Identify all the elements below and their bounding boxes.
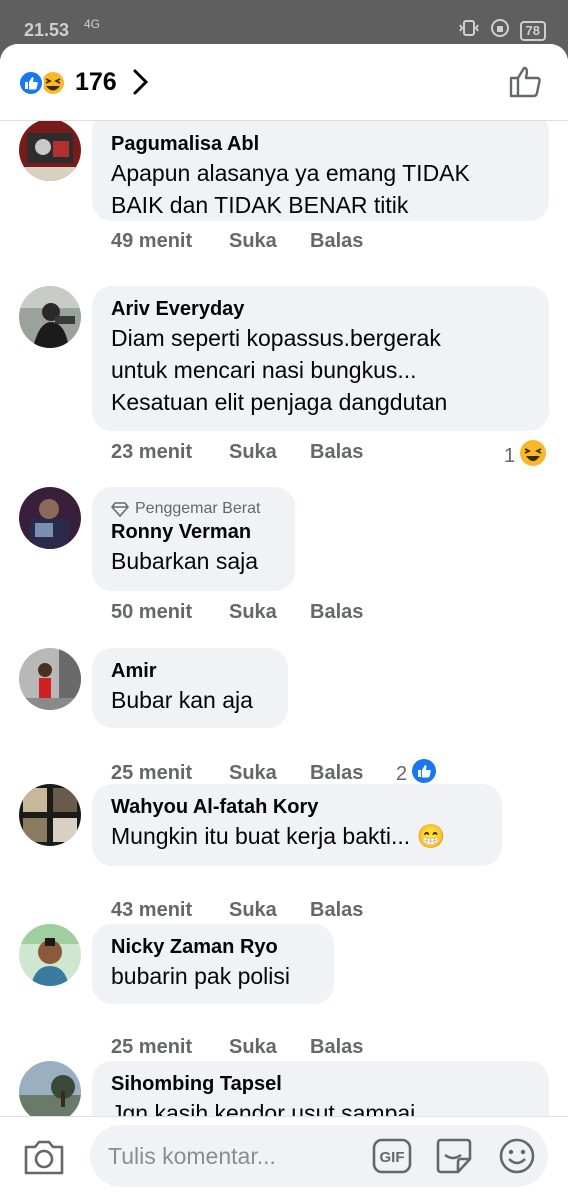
commenter-name[interactable]: Amir [111, 658, 269, 684]
comment-input[interactable]: Tulis komentar... GIF [90, 1125, 548, 1187]
gif-icon[interactable]: GIF [372, 1137, 412, 1180]
commenter-name[interactable]: Ronny Verman [111, 519, 276, 545]
like-button[interactable]: Suka [229, 762, 310, 785]
diamond-icon [111, 502, 129, 517]
reply-button[interactable]: Balas [310, 230, 363, 253]
reply-button[interactable]: Balas [310, 441, 363, 464]
comment-time: 25 menit [111, 762, 193, 784]
comment-time: 25 menit [111, 1036, 193, 1058]
comment-list: Pagumalisa Abl Apapun alasanya ya emang … [0, 121, 568, 1121]
comment-text: Bubarkan saja [111, 548, 259, 574]
comment-bubble[interactable]: Sihombing Tapsel Jgn kasih kendor usut s… [92, 1061, 549, 1121]
reply-button[interactable]: Balas [310, 601, 363, 624]
comment-bubble[interactable]: Ariv Everyday Diam seperti kopassus.berg… [92, 286, 549, 431]
comment-time: 43 menit [111, 899, 193, 921]
fan-badge: Penggemar Berat [111, 499, 276, 519]
like-button[interactable]: Suka [229, 441, 310, 464]
avatar[interactable] [19, 286, 81, 348]
comment-actions: 25 menit Suka Balas [111, 762, 363, 785]
comment-bubble[interactable]: Wahyou Al-fatah Kory Mungkin itu buat ke… [92, 784, 502, 866]
comment-time: 23 menit [111, 441, 193, 463]
reaction-summary-icons[interactable] [17, 68, 69, 98]
network-indicator: 4G [84, 17, 101, 31]
reply-button[interactable]: Balas [310, 1036, 363, 1059]
gif-label: GIF [380, 1149, 405, 1166]
comment-text: Apapun alasanya ya emang TIDAK BAIK dan … [111, 160, 470, 218]
sticker-icon[interactable] [434, 1137, 474, 1180]
fan-badge-label: Penggemar Berat [135, 500, 261, 517]
comments-sheet: 176 Pagumalisa Abl Apapun alasanya ya em… [0, 44, 568, 1200]
comment-text: Bubar kan aja [111, 687, 253, 713]
avatar[interactable] [19, 487, 81, 549]
comment-composer: Tulis komentar... GIF [0, 1116, 568, 1200]
like-button[interactable]: Suka [229, 899, 310, 922]
status-icons: 78 [458, 18, 546, 43]
commenter-name[interactable]: Sihombing Tapsel [111, 1071, 530, 1097]
emoji-icon[interactable] [498, 1137, 536, 1180]
battery-indicator: 78 [519, 20, 546, 41]
avatar[interactable] [19, 648, 81, 710]
avatar[interactable] [19, 121, 81, 181]
comment-actions: 50 menit Suka Balas [111, 601, 363, 624]
camera-icon[interactable] [22, 1137, 66, 1182]
comment-bubble[interactable]: Pagumalisa Abl Apapun alasanya ya emang … [92, 121, 549, 221]
commenter-name[interactable]: Nicky Zaman Ryo [111, 934, 315, 960]
comment-actions: 43 menit Suka Balas [111, 899, 363, 922]
like-button[interactable]: Suka [229, 230, 310, 253]
avatar[interactable] [19, 924, 81, 986]
comment-text: bubarin pak polisi [111, 963, 291, 989]
reply-button[interactable]: Balas [310, 762, 363, 785]
comment-bubble[interactable]: Penggemar Berat Ronny Verman Bubarkan sa… [92, 487, 295, 591]
like-outline-icon[interactable] [508, 64, 544, 103]
comment-actions: 25 menit Suka Balas [111, 1036, 363, 1059]
comment-bubble[interactable]: Nicky Zaman Ryo bubarin pak polisi [92, 924, 334, 1004]
reactions-header: 176 [0, 44, 568, 121]
status-bar: 21.53 4G 78 [0, 0, 568, 44]
reaction-count: 2 [396, 762, 408, 785]
comment-text: Diam seperti kopassus.bergerak untuk men… [111, 325, 448, 415]
commenter-name[interactable]: Wahyou Al-fatah Kory [111, 794, 483, 820]
haha-icon [40, 70, 66, 96]
comment-input-placeholder: Tulis komentar... [108, 1143, 276, 1169]
comment-reactions[interactable]: 1 [504, 439, 547, 473]
chevron-right-icon[interactable] [132, 68, 150, 101]
vibrate-icon [458, 19, 480, 42]
reply-button[interactable]: Balas [310, 899, 363, 922]
like-button[interactable]: Suka [229, 601, 310, 624]
commenter-name[interactable]: Ariv Everyday [111, 296, 530, 322]
comment-actions: 49 menit Suka Balas [111, 230, 363, 253]
reaction-count[interactable]: 176 [75, 68, 117, 97]
data-saver-icon [490, 18, 510, 43]
like-button[interactable]: Suka [229, 1036, 310, 1059]
haha-icon [519, 439, 547, 473]
commenter-name[interactable]: Pagumalisa Abl [111, 131, 530, 157]
comment-text: Mungkin itu buat kerja bakti... 😁 [111, 823, 446, 849]
reaction-count: 1 [504, 444, 516, 467]
avatar[interactable] [19, 784, 81, 846]
comment-time: 50 menit [111, 601, 193, 623]
comment-bubble[interactable]: Amir Bubar kan aja [92, 648, 288, 728]
comment-actions: 23 menit Suka Balas [111, 441, 363, 464]
comment-time: 49 menit [111, 230, 193, 252]
status-time: 21.53 [24, 20, 70, 40]
avatar[interactable] [19, 1061, 81, 1121]
